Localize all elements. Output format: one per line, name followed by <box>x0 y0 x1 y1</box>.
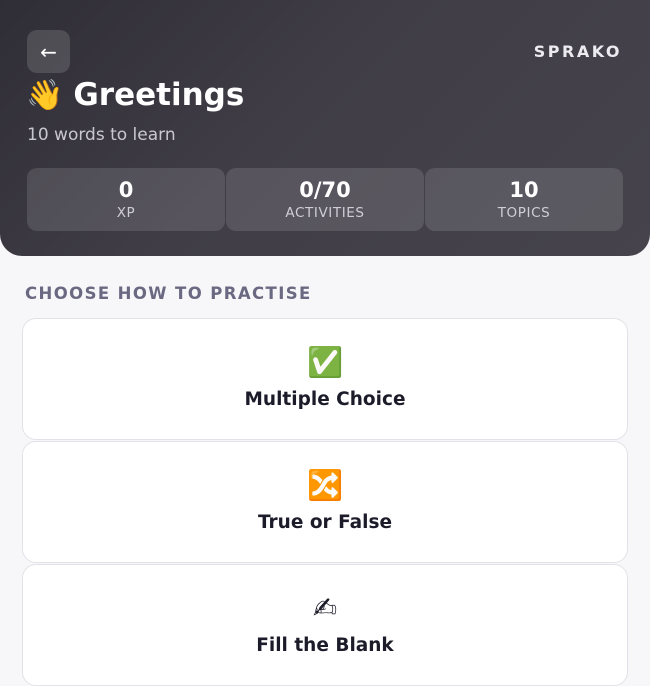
stat-activities: 0/70 ACTIVITIES <box>226 168 424 231</box>
stat-value: 0 <box>118 178 134 203</box>
back-arrow-icon: ← <box>40 39 57 64</box>
stat-value: 0/70 <box>299 178 351 203</box>
title-row: 👋 Greetings <box>26 80 244 111</box>
stats-row: 0 XP 0/70 ACTIVITIES 10 TOPICS <box>27 168 623 231</box>
mode-card-true-or-false[interactable]: 🔀 True or False <box>22 441 628 563</box>
page-subtitle: 10 words to learn <box>27 125 176 145</box>
check-mark-icon: ✅ <box>306 345 344 379</box>
mode-label: Fill the Blank <box>256 635 394 656</box>
stat-topics: 10 TOPICS <box>425 168 623 231</box>
waving-hand-icon: 👋 <box>26 77 64 113</box>
stat-label: ACTIVITIES <box>285 204 365 221</box>
shuffle-icon: 🔀 <box>306 468 344 502</box>
stat-xp: 0 XP <box>27 168 225 231</box>
stat-label: XP <box>116 204 136 221</box>
page-title: Greetings <box>73 77 245 113</box>
mode-label: Multiple Choice <box>244 389 406 410</box>
mode-label: True or False <box>257 512 393 533</box>
stat-value: 10 <box>509 178 539 203</box>
brand-logo: SPRAKO <box>533 42 622 61</box>
mode-card-fill-the-blank[interactable]: ✍ Fill the Blank <box>22 564 628 686</box>
section-heading: CHOOSE HOW TO PRACTISE <box>25 284 312 303</box>
writing-hand-icon: ✍ <box>312 591 338 625</box>
back-button[interactable]: ← <box>27 30 70 73</box>
stat-label: TOPICS <box>497 204 551 221</box>
lesson-header: ← SPRAKO 👋 Greetings 10 words to learn 0… <box>0 0 650 256</box>
mode-card-multiple-choice[interactable]: ✅ Multiple Choice <box>22 318 628 440</box>
